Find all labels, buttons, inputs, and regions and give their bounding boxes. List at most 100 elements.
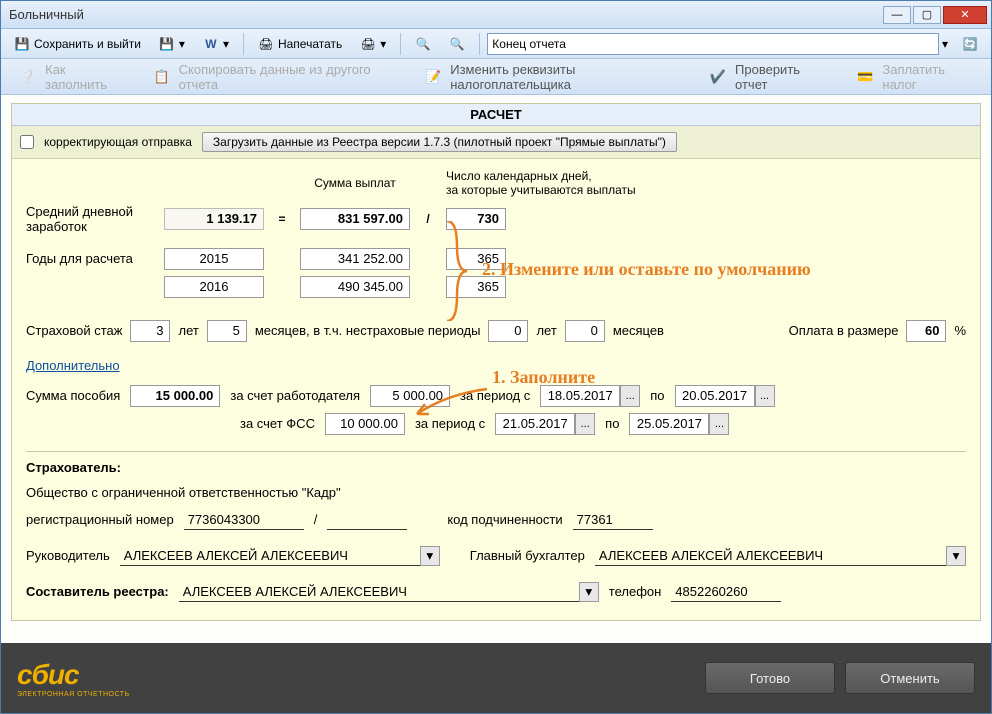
how-fill-label: Как заполнить bbox=[45, 62, 124, 92]
brace-icon bbox=[442, 221, 472, 321]
avg-value-field bbox=[164, 208, 264, 230]
fss-date-from-picker[interactable]: ... bbox=[575, 413, 595, 435]
reg-number-suffix-field[interactable] bbox=[327, 510, 407, 530]
zoom-out-icon: 🔍 bbox=[449, 36, 465, 52]
org-name: Общество с ограниченной ответственностью… bbox=[26, 485, 966, 500]
load-registry-button[interactable]: Загрузить данные из Реестра версии 1.7.3… bbox=[202, 132, 677, 152]
minimize-button[interactable]: — bbox=[883, 6, 911, 24]
head-dropdown-button[interactable]: ▾ bbox=[420, 546, 440, 566]
check-report-button[interactable]: ✔️ Проверить отчет bbox=[701, 58, 834, 96]
stazh-months-field[interactable] bbox=[207, 320, 247, 342]
emp-date-to-field[interactable] bbox=[675, 385, 755, 407]
reg-number-label: регистрационный номер bbox=[26, 512, 174, 527]
word-export-button[interactable]: W▾ bbox=[196, 33, 236, 55]
fss-date-to-field[interactable] bbox=[629, 413, 709, 435]
sub-code-label: код подчиненности bbox=[447, 512, 562, 527]
arrow-icon bbox=[407, 384, 492, 419]
total-sum-field[interactable] bbox=[300, 208, 410, 230]
titlebar: Больничный — ▢ ✕ bbox=[1, 1, 991, 29]
compiler-dropdown-button[interactable]: ▾ bbox=[579, 582, 599, 602]
nonins-years-field[interactable] bbox=[488, 320, 528, 342]
year2-field[interactable] bbox=[164, 276, 264, 298]
divide-sign: / bbox=[418, 212, 438, 226]
toolbar-actions: ❔ Как заполнить 📋 Скопировать данные из … bbox=[1, 59, 991, 95]
panel-header: РАСЧЕТ bbox=[12, 104, 980, 126]
footer: сбис ЭЛЕКТРОННАЯ ОТЧЕТНОСТЬ Готово Отмен… bbox=[1, 643, 991, 713]
pay-rate-label: Оплата в размере bbox=[789, 323, 899, 338]
employer-label: за счет работодателя bbox=[230, 388, 360, 403]
print-label: Напечатать bbox=[278, 37, 342, 51]
correcting-label: корректирующая отправка bbox=[44, 135, 192, 149]
pay-rate-field[interactable] bbox=[906, 320, 946, 342]
sum2-field[interactable] bbox=[300, 276, 410, 298]
avg-label: Средний дневной заработок bbox=[26, 204, 156, 234]
zoom-in-button[interactable]: 🔍 bbox=[408, 33, 438, 55]
emp-date-from-field[interactable] bbox=[540, 385, 620, 407]
copy-icon: 📋 bbox=[150, 65, 172, 89]
months-unit: месяцев, в т.ч. нестраховые периоды bbox=[255, 323, 481, 338]
sum1-field[interactable] bbox=[300, 248, 410, 270]
extra-link[interactable]: Дополнительно bbox=[26, 358, 120, 373]
sub-code-field[interactable] bbox=[573, 510, 653, 530]
help-icon: ❔ bbox=[17, 65, 39, 89]
nonins-months-field[interactable] bbox=[565, 320, 605, 342]
close-button[interactable]: ✕ bbox=[943, 6, 987, 24]
navigation-dropdown-button[interactable]: ▾ bbox=[939, 34, 951, 54]
accountant-dropdown-button[interactable]: ▾ bbox=[946, 546, 966, 566]
floppy-icon: 💾 bbox=[159, 36, 175, 52]
calc-panel: РАСЧЕТ корректирующая отправка Загрузить… bbox=[11, 103, 981, 621]
toolbar-main: 💾 Сохранить и выйти 💾▾ W▾ 🖨 Напечатать 🖨… bbox=[1, 29, 991, 59]
print-button[interactable]: 🖨 Напечатать bbox=[251, 33, 349, 55]
emp-date-from-picker[interactable]: ... bbox=[620, 385, 640, 407]
change-requisites-button[interactable]: 📝 Изменить реквизиты налогоплательщика bbox=[416, 58, 687, 96]
navigation-select[interactable] bbox=[487, 33, 939, 55]
benefit-label: Сумма пособия bbox=[26, 388, 120, 403]
logo-subtitle: ЭЛЕКТРОННАЯ ОТЧЕТНОСТЬ bbox=[17, 691, 130, 698]
refresh-button[interactable]: 🔄 bbox=[955, 33, 985, 55]
percent-sign: % bbox=[954, 323, 966, 338]
ok-button[interactable]: Готово bbox=[705, 662, 835, 694]
print-settings-button[interactable]: 🖨▾ bbox=[353, 33, 393, 55]
compiler-name-field[interactable] bbox=[179, 582, 579, 602]
phone-field[interactable] bbox=[671, 582, 781, 602]
stazh-label: Страховой стаж bbox=[26, 323, 122, 338]
benefit-total-field[interactable] bbox=[130, 385, 220, 407]
window-title: Больничный bbox=[9, 7, 84, 22]
maximize-button[interactable]: ▢ bbox=[913, 6, 941, 24]
edit-req-icon: 📝 bbox=[422, 65, 444, 89]
pay-icon: 💳 bbox=[854, 65, 876, 89]
cancel-button[interactable]: Отменить bbox=[845, 662, 975, 694]
annotation-1: 1. Заполните bbox=[492, 367, 595, 388]
change-req-label: Изменить реквизиты налогоплательщика bbox=[450, 62, 681, 92]
zoom-out-button[interactable]: 🔍 bbox=[442, 33, 472, 55]
head-name-field[interactable] bbox=[120, 546, 420, 566]
refresh-icon: 🔄 bbox=[962, 36, 978, 52]
correcting-checkbox[interactable] bbox=[20, 135, 34, 149]
year1-field[interactable] bbox=[164, 248, 264, 270]
annotation-2: 2. Измените или оставьте по умолчанию bbox=[482, 259, 811, 280]
slash: / bbox=[314, 512, 318, 527]
reg-number-field[interactable] bbox=[184, 510, 304, 530]
to-label-1: по bbox=[650, 388, 664, 403]
fss-date-from-field[interactable] bbox=[495, 413, 575, 435]
word-icon: W bbox=[203, 36, 219, 52]
printer-icon: 🖨 bbox=[258, 36, 274, 52]
fss-date-to-picker[interactable]: ... bbox=[709, 413, 729, 435]
save-exit-button[interactable]: 💾 Сохранить и выйти bbox=[7, 33, 148, 55]
print-settings-icon: 🖨 bbox=[360, 36, 376, 52]
emp-date-to-picker[interactable]: ... bbox=[755, 385, 775, 407]
nonins-months-unit: месяцев bbox=[613, 323, 664, 338]
fss-amount-field[interactable] bbox=[325, 413, 405, 435]
save-button[interactable]: 💾▾ bbox=[152, 33, 192, 55]
stazh-years-field[interactable] bbox=[130, 320, 170, 342]
how-fill-button: ❔ Как заполнить bbox=[11, 58, 130, 96]
head-label: Руководитель bbox=[26, 548, 110, 563]
accountant-name-field[interactable] bbox=[595, 546, 946, 566]
pay-tax-label: Заплатить налог bbox=[882, 62, 975, 92]
insurer-header: Страхователь: bbox=[26, 460, 966, 475]
accountant-label: Главный бухгалтер bbox=[470, 548, 585, 563]
compiler-label: Составитель реестра: bbox=[26, 584, 169, 599]
correction-row: корректирующая отправка Загрузить данные… bbox=[12, 126, 980, 159]
equals-sign: = bbox=[272, 212, 292, 226]
window: Больничный — ▢ ✕ 💾 Сохранить и выйти 💾▾ … bbox=[0, 0, 992, 714]
